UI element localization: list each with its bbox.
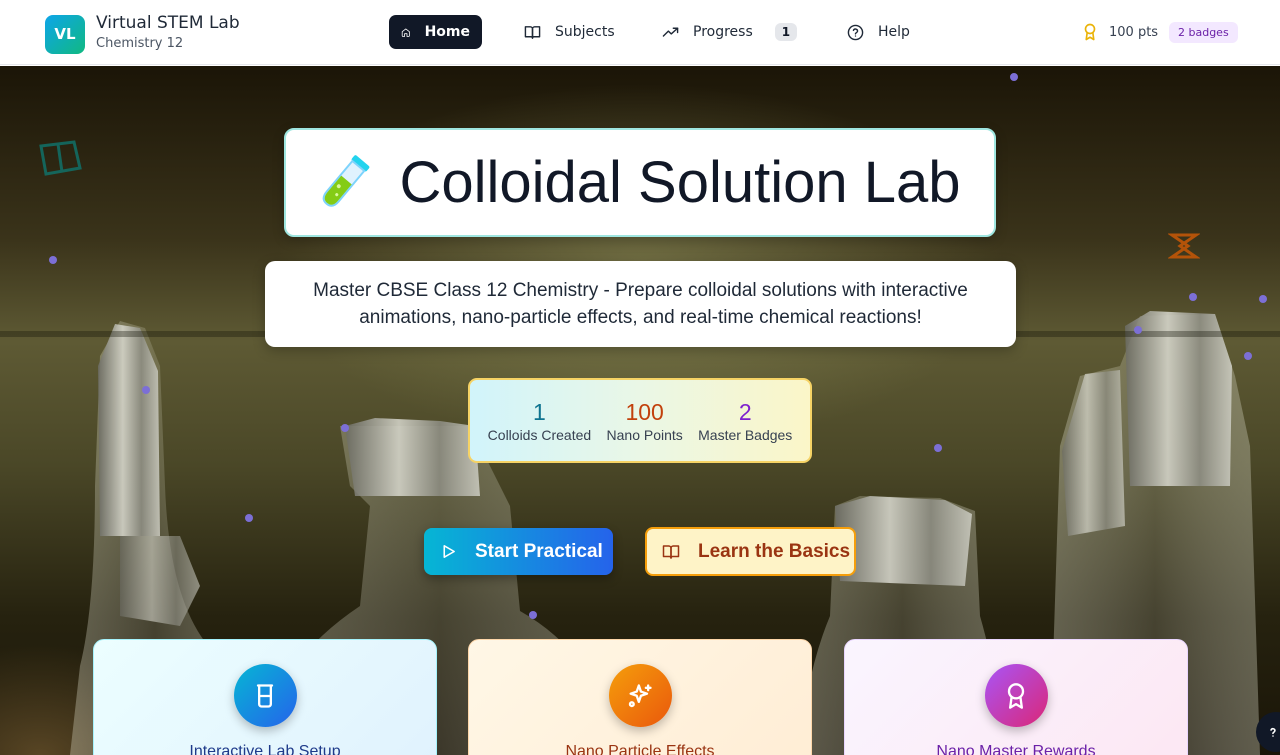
particle: [142, 386, 150, 394]
nav-home[interactable]: Home: [389, 15, 482, 49]
top-navigation: VL Virtual STEM Lab Chemistry 12 Home Su…: [0, 0, 1280, 65]
particle: [341, 424, 349, 432]
nav-progress-label: Progress: [693, 24, 753, 40]
hero-subtitle: Master CBSE Class 12 Chemistry - Prepare…: [265, 261, 1016, 347]
stats-panel: 1 Colloids Created 100 Nano Points 2 Mas…: [468, 378, 812, 463]
stat-colloids: 1 Colloids Created: [488, 398, 592, 444]
book-icon: [524, 25, 541, 39]
start-practical-button[interactable]: Start Practical: [424, 528, 613, 575]
feature-card-nano-effects[interactable]: Nano Particle Effects: [468, 639, 812, 755]
stat-label: Nano Points: [606, 426, 683, 443]
feature-icon-wrap: [233, 664, 297, 727]
points-value: 100 pts: [1109, 24, 1159, 40]
sparkles-icon: [628, 683, 652, 707]
feature-title: Nano Particle Effects: [565, 743, 715, 755]
feature-icon-wrap: [984, 664, 1048, 727]
app-title: Virtual STEM Lab: [96, 13, 240, 33]
trending-up-icon: [662, 27, 679, 37]
particle: [1259, 295, 1267, 303]
floating-shape-icon: [39, 140, 82, 176]
beaker-icon: [256, 683, 274, 708]
particle: [1134, 326, 1142, 334]
stat-points: 100 Nano Points: [607, 398, 683, 444]
particle: [49, 256, 57, 264]
points-display: 100 pts: [1081, 21, 1158, 43]
floating-hourglass-icon: [1168, 233, 1200, 259]
progress-count-badge: 1: [774, 23, 798, 41]
hero-title-card: Colloidal Solution Lab: [284, 128, 996, 237]
learn-basics-label: Learn the Basics: [698, 540, 851, 562]
stat-label: Master Badges: [698, 426, 793, 443]
logo: VL: [45, 14, 85, 54]
particle: [245, 514, 253, 522]
feature-title: Interactive Lab Setup: [189, 743, 341, 755]
feature-icon-wrap: [608, 664, 672, 727]
nav-subjects-label: Subjects: [555, 24, 615, 40]
learn-basics-button[interactable]: Learn the Basics: [645, 527, 856, 576]
badges-count[interactable]: 2 badges: [1169, 22, 1238, 43]
start-practical-label: Start Practical: [475, 540, 603, 562]
stat-value: 1: [533, 398, 546, 425]
hero-title: Colloidal Solution Lab: [399, 150, 961, 215]
particle: [529, 611, 537, 619]
nav-help-label: Help: [878, 24, 910, 40]
test-tube-icon: [323, 154, 370, 207]
stat-label: Colloids Created: [487, 426, 592, 443]
particle: [1244, 352, 1252, 360]
brand[interactable]: VL Virtual STEM Lab Chemistry 12: [45, 13, 240, 55]
home-icon: [401, 28, 410, 37]
play-icon: [443, 545, 455, 558]
hero-section: Colloidal Solution Lab Master CBSE Class…: [0, 66, 1280, 755]
particle: [1010, 73, 1018, 81]
particle: [1189, 293, 1197, 301]
help-circle-icon: [1270, 727, 1276, 737]
nav-help[interactable]: Help: [835, 15, 922, 49]
stat-value: 100: [625, 398, 664, 425]
stat-value: 2: [738, 398, 752, 425]
nav-subjects[interactable]: Subjects: [512, 15, 627, 49]
stat-badges: 2 Master Badges: [698, 398, 792, 444]
award-icon: [1084, 23, 1096, 41]
book-icon: [662, 544, 680, 559]
feature-title: Nano Master Rewards: [936, 743, 1096, 755]
nav-home-label: Home: [424, 24, 470, 40]
particle: [934, 444, 942, 452]
brand-text: Virtual STEM Lab Chemistry 12: [96, 13, 240, 55]
feature-card-lab-setup[interactable]: Interactive Lab Setup: [93, 639, 437, 755]
help-circle-icon: [847, 24, 864, 40]
app-subtitle: Chemistry 12: [96, 36, 184, 51]
nav-progress[interactable]: Progress 1: [650, 15, 809, 49]
award-icon: [1007, 682, 1025, 709]
feature-card-rewards[interactable]: Nano Master Rewards: [844, 639, 1188, 755]
